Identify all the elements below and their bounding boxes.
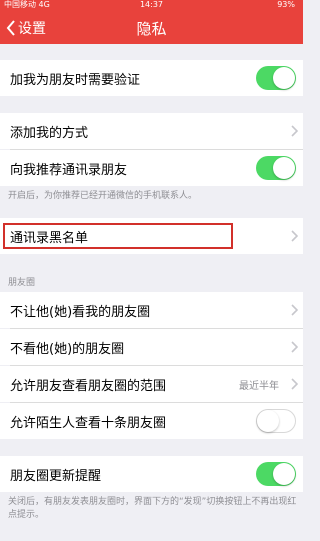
row-moments-range[interactable]: 允许朋友查看朋友圈的范围 最近半年 [0, 366, 303, 402]
toggle-knob [273, 463, 295, 485]
row-label: 允许陌生人查看十条朋友圈 [10, 415, 167, 431]
chevron-right-icon [285, 304, 303, 316]
row-label: 加我为朋友时需要验证 [10, 72, 141, 88]
chevron-right-icon [285, 341, 303, 353]
row-moments-update: 朋友圈更新提醒 [0, 456, 303, 492]
toggle-knob [273, 67, 295, 89]
row-label: 不让他(她)看我的朋友圈 [10, 304, 151, 320]
row-label: 添加我的方式 [10, 125, 89, 141]
row-hide-moments[interactable]: 不看他(她)的朋友圈 [0, 329, 303, 365]
row-stranger-ten: 允许陌生人查看十条朋友圈 [0, 403, 303, 439]
row-label: 允许朋友查看朋友圈的范围 [10, 378, 167, 394]
verify-toggle[interactable] [256, 66, 296, 90]
row-verify-friend: 加我为朋友时需要验证 [0, 60, 303, 96]
page-title: 隐私 [136, 20, 167, 38]
chevron-right-icon [285, 125, 303, 137]
chevron-right-icon [285, 378, 303, 390]
moments-range-value: 最近半年 [239, 380, 279, 392]
battery-label: 93% [277, 0, 295, 9]
chevron-right-icon [285, 230, 303, 242]
row-blacklist[interactable]: 通讯录黑名单 [0, 218, 303, 254]
recommend-contacts-toggle[interactable] [256, 156, 296, 180]
recommend-note: 开启后，为你推荐已经开通微信的手机联系人。 [8, 191, 198, 201]
section-header-moments: 朋友圈 [8, 278, 36, 288]
row-label: 不看他(她)的朋友圈 [10, 341, 125, 357]
stranger-ten-toggle[interactable] [256, 409, 296, 433]
row-block-moments[interactable]: 不让他(她)看我的朋友圈 [0, 292, 303, 328]
clock: 14:37 [139, 0, 164, 9]
moments-update-toggle[interactable] [256, 462, 296, 486]
row-label: 朋友圈更新提醒 [10, 468, 102, 484]
row-label: 通讯录黑名单 [10, 230, 89, 246]
moments-update-note: 关闭后，有朋友发表朋友圈时，界面下方的“发现”切换按钮上不再出现红点提示。 [8, 497, 297, 520]
toggle-knob [273, 157, 295, 179]
row-label: 向我推荐通讯录朋友 [10, 162, 128, 178]
nav-bar: 设置 隐私 [0, 10, 303, 44]
status-bar: 中国移动 4G 14:37 93% [0, 0, 303, 10]
row-recommend-contacts: 向我推荐通讯录朋友 [0, 150, 303, 186]
toggle-knob [257, 410, 279, 432]
row-add-methods[interactable]: 添加我的方式 [0, 113, 303, 149]
